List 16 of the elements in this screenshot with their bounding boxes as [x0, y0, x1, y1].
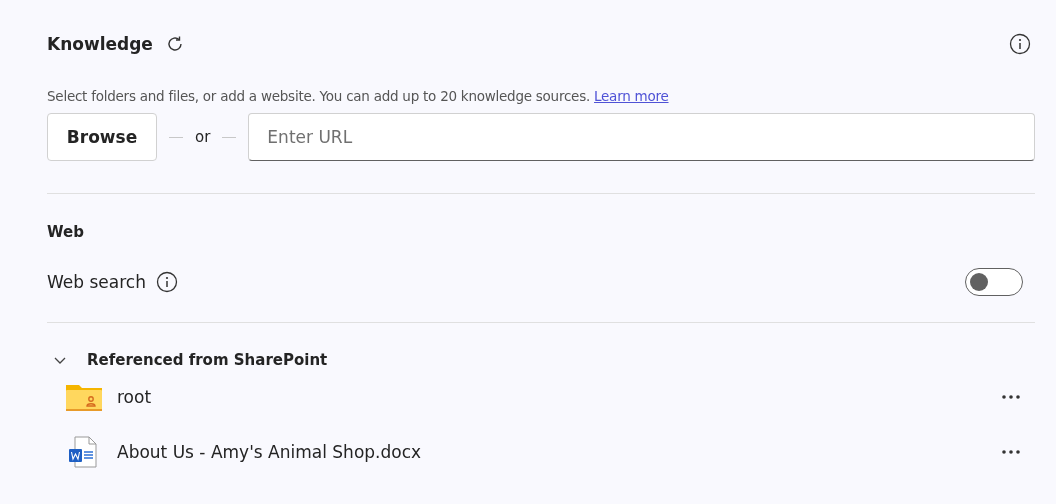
item-name[interactable]: About Us - Amy's Animal Shop.docx: [117, 441, 422, 462]
learn-more-link[interactable]: Learn more: [594, 88, 669, 104]
info-icon[interactable]: [1009, 33, 1031, 55]
more-options-icon[interactable]: [1001, 448, 1021, 455]
item-name[interactable]: root: [117, 386, 152, 407]
web-search-toggle[interactable]: [965, 268, 1023, 296]
browse-button[interactable]: Browse: [47, 113, 157, 161]
info-icon[interactable]: [155, 271, 178, 293]
web-search-label: Web search: [47, 272, 146, 292]
description-text: Select folders and files, or add a website. You can add up to 20 knowledge sources.: [47, 88, 590, 104]
url-input-field[interactable]: Enter URL: [248, 113, 1035, 161]
more-options-icon[interactable]: [1001, 393, 1021, 400]
group-title: Referenced from SharePoint: [87, 351, 328, 369]
web-heading: Web: [47, 223, 85, 241]
section-title: Knowledge: [47, 34, 153, 54]
or-label: or: [195, 128, 211, 146]
